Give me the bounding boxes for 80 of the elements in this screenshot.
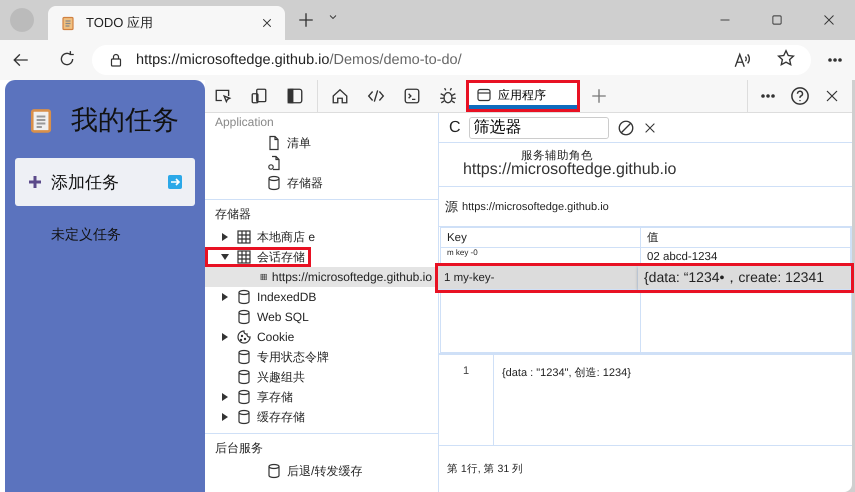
tree-item[interactable]: Cookie [205,327,300,347]
close-icon [823,14,835,26]
highlighted-row[interactable]: 1 my-key- {data: “1234•，create: 12341 [438,266,851,290]
origin-url: https://microsoftedge.github.io [462,200,609,213]
line-number: 1 [439,355,494,445]
tree-item[interactable]: 会话存储 [205,247,311,267]
filter-field[interactable]: 筛选器 [468,116,609,139]
tree-item[interactable]: 缓存存储 [205,407,311,427]
new-tab-icon [297,11,315,29]
origin-label: 源 [445,198,458,216]
database-icon [266,175,282,191]
database-icon [266,463,282,479]
app-title: 我的任务 [71,104,179,137]
expand-arrow-icon [220,232,230,242]
device-icon [250,87,268,105]
service-worker-label: 服务辅助角色 [521,148,593,162]
home-icon [331,87,349,105]
column-header[interactable]: Key [441,228,641,248]
clear-icon [616,118,635,137]
section-heading: Application [214,114,275,131]
tree-item[interactable]: IndexedDB [205,287,322,307]
collapse-arrow-icon [220,252,230,262]
database-icon [236,369,252,385]
more-icon [827,58,843,62]
tree-item[interactable]: 本地商店 e [205,227,322,247]
tab-title: TODO 应用 [86,14,154,32]
code-line: {data : "1234", 创造: 1234} [501,366,632,382]
tree-item[interactable]: 清单 [205,133,317,153]
maximize-icon [771,14,783,26]
tree-item[interactable]: Web SQL [205,307,315,327]
close-icon [261,17,273,29]
database-icon [236,349,252,365]
inspect-icon [214,87,232,105]
tree-item[interactable]: 享存储 [205,387,299,407]
section-heading: 后台服务 [214,440,264,457]
refresh-label[interactable]: C [449,118,461,137]
url-text: https://microsoftedge.github.io/Demos/demo-to-do/ [136,52,462,68]
refresh-icon [58,50,76,68]
grid-icon [236,249,252,265]
arrow-right-icon [167,174,183,190]
bug-icon [439,87,457,105]
database-icon [236,309,252,325]
add-task-button[interactable]: 添加任务 [15,158,195,206]
clipboard-icon [60,15,76,31]
tree-item[interactable]: 兴趣组共 [205,367,311,387]
console-icon [403,87,421,105]
cursor-position: 第 1行, 第 31 列 [446,462,524,477]
more-icon [760,94,776,98]
tree-item[interactable]: 存储器 [205,173,329,193]
favorite-icon [777,49,795,67]
tree-item[interactable]: https://microsoftedge.github.io [205,267,438,287]
column-header[interactable]: 值 [641,228,851,248]
window-icon [476,87,492,103]
table-cell: 1 my-key- [438,266,638,290]
database-icon [236,409,252,425]
empty-list-text: 未定义任务 [50,226,122,244]
database-icon [236,389,252,405]
expand-arrow-icon [220,332,230,342]
close-icon [642,120,657,135]
code-icon [367,87,385,105]
service-worker-url: https://microsoftedge.github.io [463,161,678,180]
cookie-icon [236,329,252,345]
browser-tab[interactable]: TODO 应用 [48,6,285,40]
table-cell: {data: “1234•，create: 12341 [638,266,851,290]
tree-item[interactable]: 后退/转发缓存 [205,461,368,481]
read-aloud-icon [733,51,751,69]
plus-icon [27,174,43,190]
back-icon [12,51,30,69]
dock-icon [286,87,304,105]
section-heading: 存储器 [214,206,252,223]
lock-icon [108,52,124,68]
database-icon [236,289,252,305]
grid-icon [236,229,252,245]
close-icon [824,88,840,104]
tree-item[interactable]: 专用状态令牌 [205,347,335,367]
add-tab-icon [590,87,608,105]
expand-arrow-icon [220,292,230,302]
application-tab[interactable]: 应用程序 [466,80,580,112]
help-icon [790,86,810,106]
address-bar[interactable]: https://microsoftedge.github.io/Demos/demo-to-do/ [92,45,811,75]
